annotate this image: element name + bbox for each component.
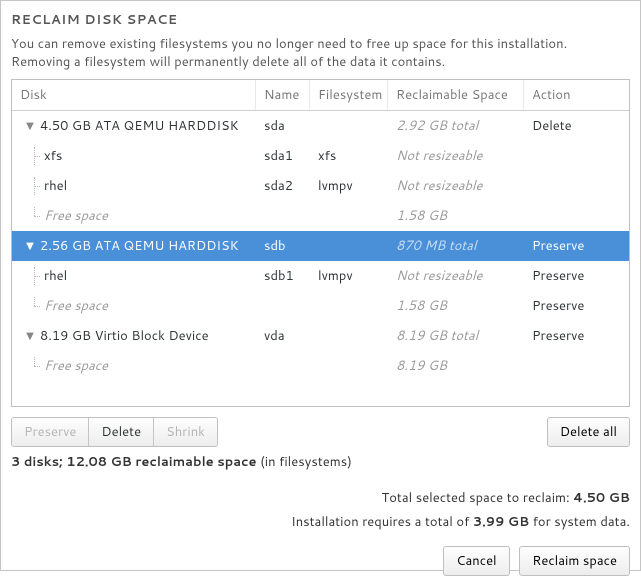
reclaimable-cell: 1.58 GB (388, 297, 524, 315)
expander-icon[interactable]: ▼ (24, 239, 36, 253)
name-cell: vda (256, 327, 310, 345)
disk-label: Free space (44, 207, 108, 225)
action-button-row: Preserve Delete Shrink Delete all (11, 417, 630, 447)
reclaimable-cell: 8.19 GB total (388, 327, 524, 345)
reclaimable-cell: Not resizeable (388, 267, 524, 285)
table-header: Disk Name Filesystem Reclaimable Space A… (12, 80, 629, 111)
filesystem-table: Disk Name Filesystem Reclaimable Space A… (11, 79, 630, 407)
summary-rest: (in filesystems) (257, 453, 352, 471)
total-selected-value: 4.50 GB (573, 489, 630, 507)
cancel-button[interactable]: Cancel (443, 546, 509, 576)
col-disk[interactable]: Disk (12, 80, 256, 110)
total-selected-label: Total selected space to reclaim: (382, 489, 574, 507)
summary-line: 3 disks; 12.08 GB reclaimable space (in … (11, 453, 630, 471)
table-row[interactable]: xfssda1xfsNot resizeable (12, 141, 629, 171)
col-filesystem[interactable]: Filesystem (310, 80, 388, 110)
filesystem-cell: lvmpv (310, 267, 388, 285)
name-cell: sdb (256, 237, 310, 255)
install-value: 3.99 GB (473, 513, 529, 531)
disk-label: rhel (44, 177, 67, 195)
name-cell: sda (256, 117, 310, 135)
total-selected-line: Total selected space to reclaim: 4.50 GB (11, 487, 630, 510)
install-prefix: Installation requires a total of (291, 513, 473, 531)
dialog-title: RECLAIM DISK SPACE (11, 11, 630, 29)
table-row[interactable]: Free space 1.58 GB (12, 201, 629, 231)
install-suffix: for system data. (529, 513, 630, 531)
disk-label: 4.50 GB ATA QEMU HARDDISK (40, 117, 239, 135)
reclaimable-cell: 870 MB total (388, 237, 524, 255)
reclaim-space-button[interactable]: Reclaim space (519, 546, 630, 576)
action-cell: Preserve (524, 327, 629, 345)
summary-bold: 3 disks; 12.08 GB reclaimable space (11, 453, 257, 471)
shrink-button[interactable]: Shrink (154, 418, 217, 446)
table-row[interactable]: Free space 1.58 GBPreserve (12, 291, 629, 321)
dialog-description: You can remove existing filesystems you … (11, 35, 630, 71)
table-row[interactable]: rhel sdb1lvmpvNot resizeablePreserve (12, 261, 629, 291)
reclaimable-cell: 2.92 GB total (388, 117, 524, 135)
filesystem-cell: lvmpv (310, 177, 388, 195)
table-row[interactable]: Free space 8.19 GB (12, 351, 629, 381)
totals-area: Total selected space to reclaim: 4.50 GB… (11, 487, 630, 534)
disk-label: xfs (44, 147, 62, 165)
action-cell: Preserve (524, 267, 629, 285)
action-cell: Preserve (524, 237, 629, 255)
reclaimable-cell: 1.58 GB (388, 207, 524, 225)
table-row[interactable]: ▼ 2.56 GB ATA QEMU HARDDISK sdb 870 MB tota… (12, 231, 629, 261)
expander-icon[interactable]: ▼ (24, 119, 36, 133)
table-row[interactable]: rhel sda2lvmpvNot resizeable (12, 171, 629, 201)
disk-label: Free space (44, 357, 108, 375)
delete-all-button[interactable]: Delete all (547, 417, 630, 447)
name-cell: sdb1 (256, 267, 310, 285)
name-cell: sda1 (256, 147, 310, 165)
table-body: ▼ 4.50 GB ATA QEMU HARDDISK sda 2.92 GB tot… (12, 111, 629, 381)
col-name[interactable]: Name (256, 80, 310, 110)
reclaimable-cell: Not resizeable (388, 147, 524, 165)
col-action[interactable]: Action (524, 80, 629, 110)
disk-label: Free space (44, 297, 108, 315)
table-row[interactable]: ▼ 4.50 GB ATA QEMU HARDDISK sda 2.92 GB tot… (12, 111, 629, 141)
delete-button[interactable]: Delete (89, 418, 154, 446)
table-row[interactable]: ▼ 8.19 GB Virtio Block Device vda 8.19 GB t… (12, 321, 629, 351)
disk-label: rhel (44, 267, 67, 285)
install-requires-line: Installation requires a total of 3.99 GB… (11, 511, 630, 534)
expander-icon[interactable]: ▼ (24, 329, 36, 343)
action-cell: Preserve (524, 297, 629, 315)
disk-label: 2.56 GB ATA QEMU HARDDISK (40, 237, 239, 255)
disk-label: 8.19 GB Virtio Block Device (40, 327, 209, 345)
reclaimable-cell: 8.19 GB (388, 357, 524, 375)
footer-buttons: Cancel Reclaim space (11, 546, 630, 576)
action-cell: Delete (524, 117, 629, 135)
action-button-group: Preserve Delete Shrink (11, 417, 218, 447)
description-line-2: Removing a filesystem will permanently d… (11, 53, 445, 71)
filesystem-cell: xfs (310, 147, 388, 165)
col-reclaimable[interactable]: Reclaimable Space (388, 80, 524, 110)
name-cell: sda2 (256, 177, 310, 195)
preserve-button[interactable]: Preserve (12, 418, 89, 446)
description-line-1: You can remove existing filesystems you … (11, 35, 567, 53)
reclaimable-cell: Not resizeable (388, 177, 524, 195)
